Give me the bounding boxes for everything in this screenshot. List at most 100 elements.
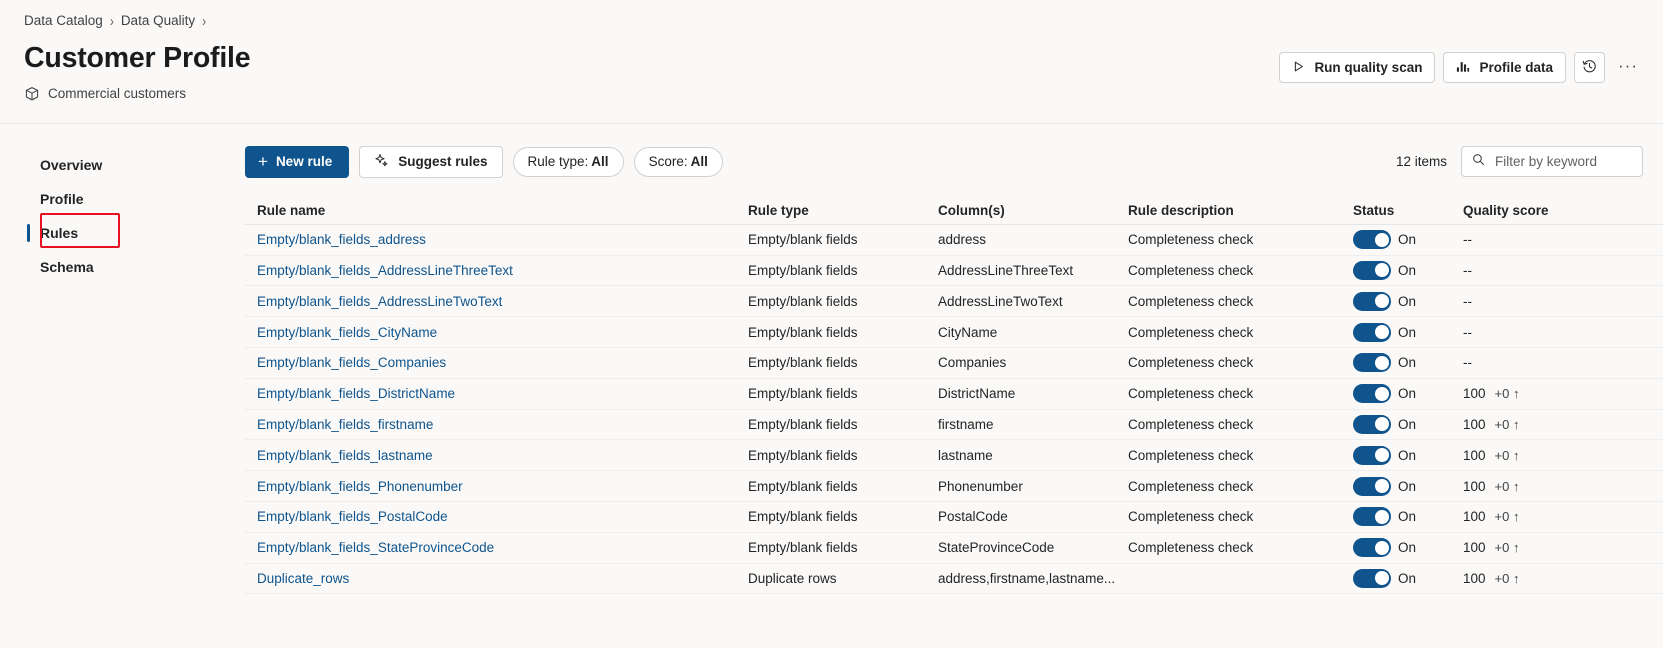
rule-type-cell: Empty/blank fields xyxy=(748,355,858,371)
rule-columns-cell: DistrictName xyxy=(938,386,1016,402)
rule-status-cell: On xyxy=(1353,291,1463,311)
rule-status-cell: On xyxy=(1353,230,1463,250)
rule-status-cell: On xyxy=(1353,384,1463,404)
sidebar-item-label: Profile xyxy=(40,190,84,207)
rule-columns-cell: AddressLineThreeText xyxy=(938,262,1074,278)
status-label: On xyxy=(1398,386,1417,402)
more-options-button[interactable]: ··· xyxy=(1613,53,1643,83)
filter-score[interactable]: Score: All xyxy=(633,146,723,177)
column-header-quality-score[interactable]: Quality score xyxy=(1463,203,1663,218)
table-row[interactable]: Empty/blank_fields_AddressLineTwoText Emp… xyxy=(245,286,1663,318)
rule-columns-cell: address,firstname,lastname... xyxy=(938,570,1116,586)
table-row[interactable]: Empty/blank_fields_Companies Empty/blank … xyxy=(245,348,1663,379)
page-subtitle-label: Commercial customers xyxy=(48,86,187,102)
table-row[interactable]: Empty/blank_fields_CityName Empty/blank f… xyxy=(245,317,1663,348)
table-row[interactable]: Duplicate_rows Duplicate rows address,firs… xyxy=(245,564,1663,595)
rule-name-link[interactable]: Empty/blank_fields_StateProvinceCode xyxy=(257,540,494,555)
table-row[interactable]: Empty/blank_fields_Phonenumber Empty/blan… xyxy=(245,471,1663,502)
status-toggle[interactable] xyxy=(1353,507,1391,527)
run-quality-scan-button[interactable]: Run quality scan xyxy=(1279,52,1436,83)
rule-name-cell: Empty/blank_fields_AddressLineTwoText xyxy=(245,294,748,309)
filter-rule-type[interactable]: Rule type: All xyxy=(512,146,624,177)
rule-columns-cell: lastname xyxy=(938,447,993,463)
status-toggle[interactable] xyxy=(1353,384,1391,404)
suggest-rules-button[interactable]: Suggest rules xyxy=(359,145,503,178)
sidebar-item-profile[interactable]: Profile xyxy=(24,182,164,216)
status-label: On xyxy=(1398,540,1417,556)
scan-history-button[interactable] xyxy=(1574,52,1605,83)
filter-search-box[interactable] xyxy=(1461,146,1643,178)
new-rule-label: New rule xyxy=(275,154,333,170)
quality-score-delta: +0 ↑ xyxy=(1494,570,1520,586)
rule-name-link[interactable]: Empty/blank_fields_PostalCode xyxy=(257,509,448,524)
status-toggle[interactable] xyxy=(1353,476,1391,496)
rule-name-link[interactable]: Empty/blank_fields_Phonenumber xyxy=(257,479,463,494)
status-toggle[interactable] xyxy=(1353,260,1391,280)
status-toggle[interactable] xyxy=(1353,353,1391,373)
rule-name-link[interactable]: Empty/blank_fields_lastname xyxy=(257,448,433,463)
profile-data-button[interactable]: Profile data xyxy=(1443,52,1566,83)
rule-name-link[interactable]: Empty/blank_fields_Companies xyxy=(257,355,446,370)
rule-name-link[interactable]: Empty/blank_fields_CityName xyxy=(257,325,437,340)
rule-type-cell: Empty/blank fields xyxy=(748,232,858,248)
rule-name-link[interactable]: Empty/blank_fields_DistrictName xyxy=(257,386,455,401)
table-row[interactable]: Empty/blank_fields_DistrictName Empty/bla… xyxy=(245,379,1663,410)
rule-status-cell: On xyxy=(1353,476,1463,496)
breadcrumb-item-data-catalog[interactable]: Data Catalog xyxy=(24,13,103,28)
status-label: On xyxy=(1398,509,1417,525)
sidebar-item-rules[interactable]: Rules xyxy=(24,212,164,250)
rule-description-cell: Completeness check xyxy=(1128,262,1254,278)
rule-name-link[interactable]: Empty/blank_fields_address xyxy=(257,232,426,247)
column-header-rule-type[interactable]: Rule type xyxy=(748,203,938,218)
column-header-status[interactable]: Status xyxy=(1353,203,1463,218)
table-row[interactable]: Empty/blank_fields_StateProvinceCode Empt… xyxy=(245,533,1663,564)
column-header-rule-description[interactable]: Rule description xyxy=(1128,203,1353,218)
status-toggle[interactable] xyxy=(1353,291,1391,311)
more-ellipsis-icon: ··· xyxy=(1618,55,1638,75)
rule-columns-cell: Companies xyxy=(938,355,1007,371)
table-row[interactable]: Empty/blank_fields_lastname Empty/blank f… xyxy=(245,440,1663,472)
new-rule-button[interactable]: + New rule xyxy=(245,145,350,178)
rule-name-cell: Empty/blank_fields_PostalCode xyxy=(245,509,748,524)
rule-description-cell: Completeness check xyxy=(1128,540,1254,556)
filter-score-prefix: Score: xyxy=(648,154,688,170)
quality-score-value: 100 xyxy=(1463,416,1486,432)
table-row[interactable]: Empty/blank_fields_AddressLineThreeText E… xyxy=(245,256,1663,287)
play-triangle-icon xyxy=(1292,60,1305,76)
rule-type-cell: Empty/blank fields xyxy=(748,540,858,556)
rule-description-cell: Completeness check xyxy=(1128,324,1254,340)
rule-status-cell: On xyxy=(1353,445,1463,465)
sidebar-item-overview[interactable]: Overview xyxy=(24,148,164,182)
status-toggle[interactable] xyxy=(1353,538,1391,558)
search-input[interactable] xyxy=(1493,153,1632,171)
table-row[interactable]: Empty/blank_fields_PostalCode Empty/blank… xyxy=(245,502,1663,533)
rule-columns-cell: address xyxy=(938,232,987,248)
status-toggle[interactable] xyxy=(1353,322,1391,342)
breadcrumb-separator-icon: › xyxy=(202,11,207,30)
filter-rule-type-prefix: Rule type: xyxy=(527,154,589,170)
column-header-rule-name[interactable]: Rule name xyxy=(245,203,748,218)
sidebar-item-schema[interactable]: Schema xyxy=(24,250,164,284)
status-toggle[interactable] xyxy=(1353,414,1391,434)
status-toggle[interactable] xyxy=(1353,568,1391,588)
column-header-columns[interactable]: Column(s) xyxy=(938,203,1128,218)
table-row[interactable]: Empty/blank_fields_address Empty/blank fi… xyxy=(245,225,1663,256)
run-quality-scan-label: Run quality scan xyxy=(1314,60,1423,75)
status-toggle[interactable] xyxy=(1353,445,1391,465)
table-row[interactable]: Empty/blank_fields_firstname Empty/blank … xyxy=(245,410,1663,441)
status-label: On xyxy=(1398,262,1417,278)
rule-name-link[interactable]: Empty/blank_fields_firstname xyxy=(257,417,433,432)
quality-score-cell: -- xyxy=(1463,325,1663,340)
rule-columns-cell: StateProvinceCode xyxy=(938,540,1055,556)
rule-name-link[interactable]: Empty/blank_fields_AddressLineThreeText xyxy=(257,263,513,278)
status-toggle[interactable] xyxy=(1353,230,1391,250)
rules-toolbar: + New rule Suggest rules Rule type: All … xyxy=(245,124,1663,178)
quality-score-cell: 100 +0 ↑ xyxy=(1463,448,1663,463)
rule-name-link[interactable]: Empty/blank_fields_AddressLineTwoText xyxy=(257,294,502,309)
filter-rule-type-value: All xyxy=(591,154,609,170)
rule-type-cell: Duplicate rows xyxy=(748,570,837,586)
quality-score-value: -- xyxy=(1463,293,1472,309)
breadcrumb-item-data-quality[interactable]: Data Quality xyxy=(121,13,195,28)
rule-name-cell: Empty/blank_fields_firstname xyxy=(245,417,748,432)
rule-name-link[interactable]: Duplicate_rows xyxy=(257,571,349,586)
